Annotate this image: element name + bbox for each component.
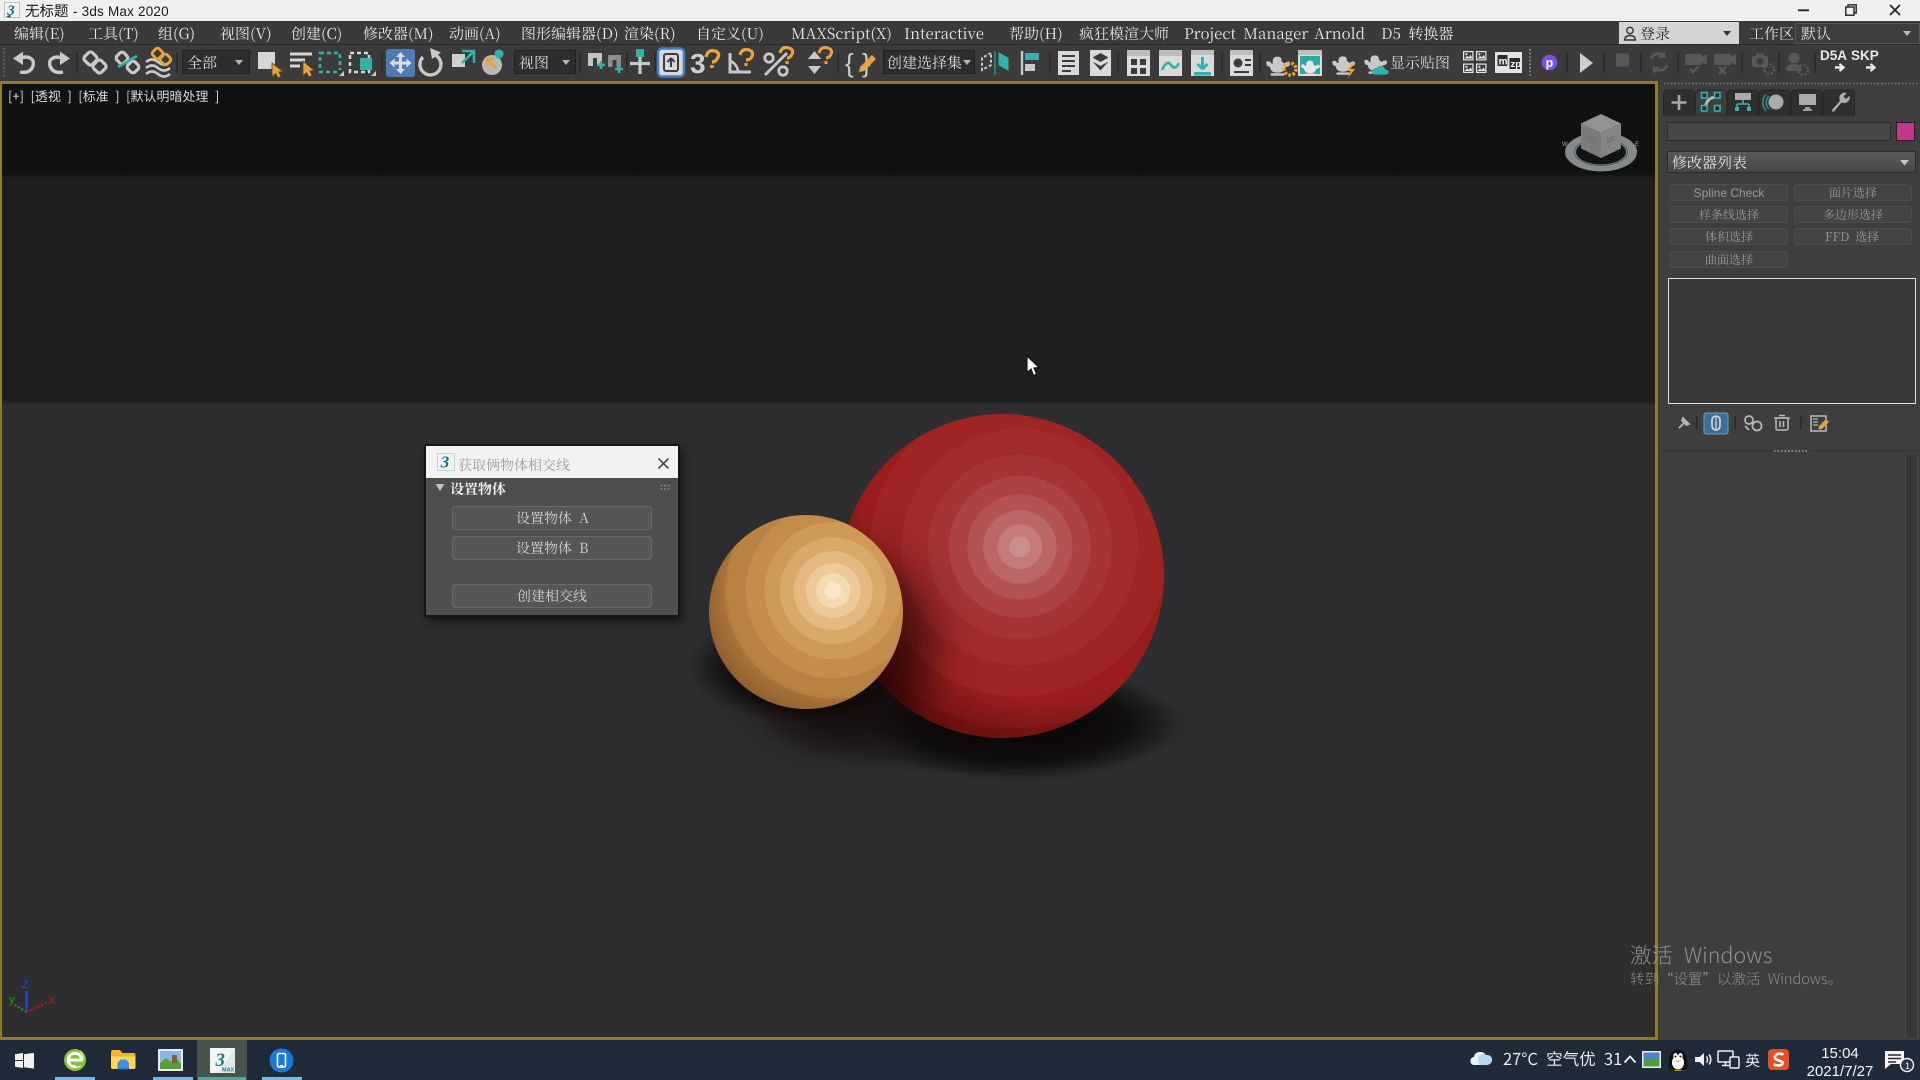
svg-text:E: E bbox=[1635, 142, 1639, 148]
svg-text:SKP: SKP bbox=[1851, 48, 1879, 63]
svg-text:3: 3 bbox=[440, 453, 450, 472]
svg-text:Z: Z bbox=[22, 979, 29, 991]
svg-text:MAX: MAX bbox=[222, 1068, 235, 1074]
svg-text:{: { bbox=[845, 48, 854, 78]
svg-text:3: 3 bbox=[690, 48, 706, 79]
svg-text:zp: zp bbox=[1511, 59, 1522, 70]
svg-text:y: y bbox=[9, 994, 15, 1006]
svg-text:D5A: D5A bbox=[1820, 48, 1847, 63]
svg-text:W: W bbox=[1562, 142, 1568, 148]
svg-text:X: X bbox=[48, 995, 56, 1007]
svg-text:p: p bbox=[1546, 56, 1554, 70]
svg-text:m: m bbox=[1499, 57, 1508, 68]
svg-text:1: 1 bbox=[1905, 1061, 1910, 1071]
